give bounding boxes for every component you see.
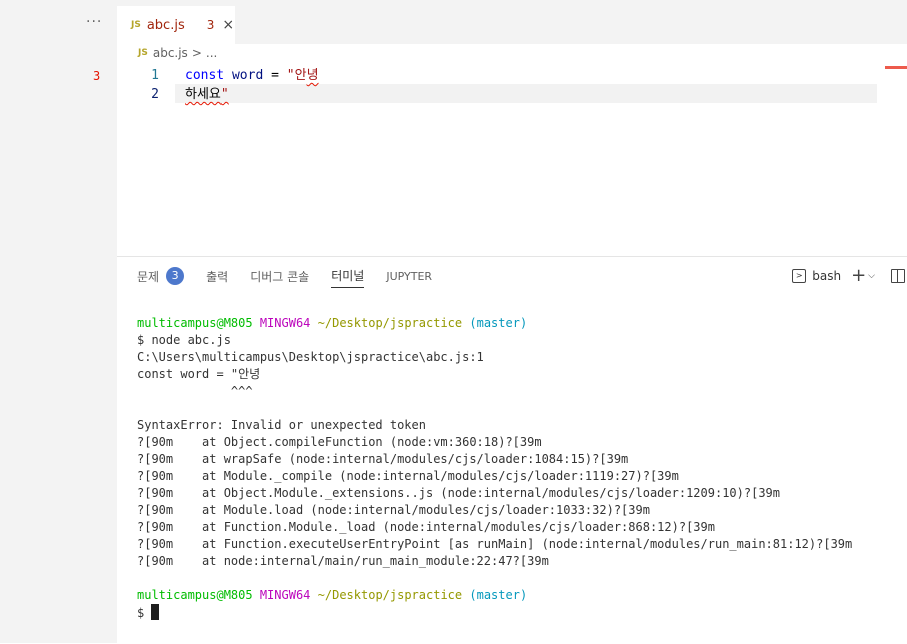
current-line-highlight xyxy=(175,84,877,103)
terminal-line: ?[90m at Function.executeUserEntryPoint … xyxy=(137,537,853,551)
tab-abc-js[interactable]: JS abc.js 3 × xyxy=(117,5,235,44)
panel-tabs: 문제 3 출력 디버그 콘솔 터미널 JUPYTER xyxy=(137,265,454,288)
terminal-command: $ node abc.js xyxy=(137,333,231,347)
breadcrumb-file[interactable]: abc.js xyxy=(153,46,188,60)
editor-tab-bar: JS abc.js 3 × xyxy=(117,0,907,44)
breadcrumb-separator: > xyxy=(191,46,202,60)
syntax-error-squiggle: 하세요 xyxy=(185,87,221,102)
code-editor[interactable]: 1 const word = "안녕 2 하세요" xyxy=(117,66,907,252)
left-sidebar xyxy=(0,0,117,643)
new-terminal-icon[interactable]: + xyxy=(851,265,866,286)
close-icon[interactable]: × xyxy=(222,17,234,33)
terminal-input-line[interactable]: $ xyxy=(137,604,852,622)
syntax-error-squiggle: 녕 xyxy=(306,68,319,83)
tab-problem-count: 3 xyxy=(206,18,215,32)
terminal-prompt: multicampus@M805 MINGW64 ~/Desktop/jspra… xyxy=(137,588,528,602)
terminal-line: ?[90m at Module._compile (node:internal/… xyxy=(137,469,679,483)
breadcrumb-more[interactable]: ... xyxy=(206,46,217,60)
tab-filename: abc.js xyxy=(146,17,185,33)
terminal-line: ?[90m at wrapSafe (node:internal/modules… xyxy=(137,452,629,466)
panel-actions: > bash + ⌵ xyxy=(792,265,907,286)
more-actions-button[interactable]: ··· xyxy=(86,14,102,30)
terminal-line: ?[90m at Object.compileFunction (node:vm… xyxy=(137,435,542,449)
tab-output[interactable]: 출력 xyxy=(206,265,228,287)
gutter-error-count: 3 xyxy=(93,69,101,83)
terminal-line: ^^^ xyxy=(137,384,253,398)
terminal-cursor xyxy=(151,604,160,620)
terminal-line: C:\Users\multicampus\Desktop\jspractice\… xyxy=(137,350,484,364)
split-terminal-icon[interactable] xyxy=(891,268,905,283)
terminal-line: ?[90m at Function.Module._load (node:int… xyxy=(137,520,715,534)
code-text: const word = "안녕 xyxy=(185,68,319,83)
problems-count-badge: 3 xyxy=(166,267,185,285)
bottom-panel: 문제 3 출력 디버그 콘솔 터미널 JUPYTER > bash + ⌵ mu… xyxy=(117,256,907,644)
javascript-file-icon: JS xyxy=(131,20,141,30)
terminal-line: const word = "안녕 xyxy=(137,367,261,381)
terminal-line: SyntaxError: Invalid or unexpected token xyxy=(137,418,426,432)
line-number: 1 xyxy=(151,68,159,83)
tab-debug-console[interactable]: 디버그 콘솔 xyxy=(250,265,309,287)
line-number: 2 xyxy=(151,87,159,102)
chevron-down-icon[interactable]: ⌵ xyxy=(868,271,875,281)
terminal-line: ?[90m at node:internal/main/run_main_mod… xyxy=(137,554,549,568)
terminal-line: ?[90m at Object.Module._extensions..js (… xyxy=(137,486,780,500)
terminal-icon: > xyxy=(792,268,807,283)
terminal-output[interactable]: multicampus@M805 MINGW64 ~/Desktop/jspra… xyxy=(137,315,852,622)
tab-terminal[interactable]: 터미널 xyxy=(331,265,365,288)
terminal-shell-selector[interactable]: bash xyxy=(812,269,841,283)
tab-problems[interactable]: 문제 3 xyxy=(137,265,185,287)
tab-jupyter[interactable]: JUPYTER xyxy=(386,265,432,287)
terminal-line: ?[90m at Module.load (node:internal/modu… xyxy=(137,503,650,517)
javascript-file-icon: JS xyxy=(138,48,148,58)
code-text: 하세요" xyxy=(185,87,229,102)
terminal-prompt: multicampus@M805 MINGW64 ~/Desktop/jspra… xyxy=(137,316,528,330)
breadcrumb: JS abc.js > ... xyxy=(138,46,217,60)
